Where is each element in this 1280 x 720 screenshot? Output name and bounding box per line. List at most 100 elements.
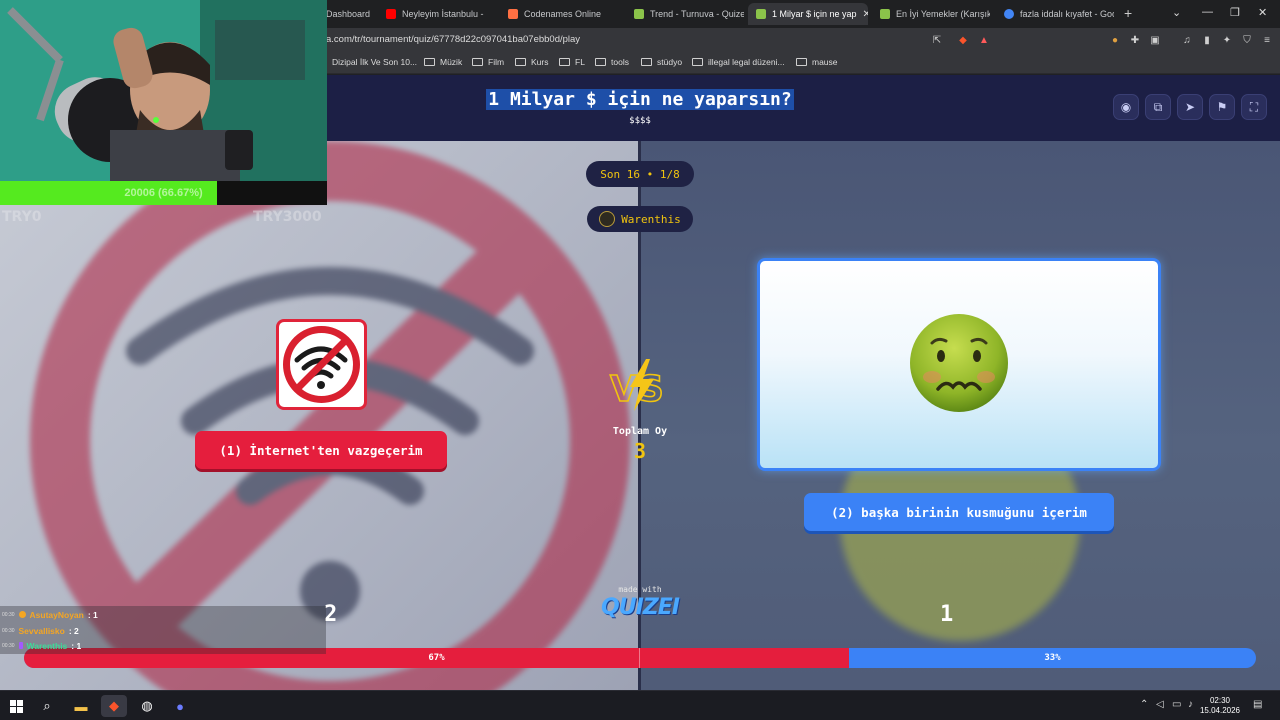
bookmark-label: Kurs — [531, 57, 549, 67]
tab-label: Codenames Online — [524, 9, 602, 19]
brave-browser-icon[interactable]: ◆ — [101, 695, 127, 717]
tab-dashboard[interactable]: Dashboard — [318, 3, 378, 25]
bookmark-dizipal[interactable]: Dizipal İlk Ve Son 10... — [332, 57, 417, 67]
menu-icon[interactable]: ≡ — [1260, 33, 1274, 47]
tab-label: Dashboard — [326, 9, 371, 19]
extensions-icon[interactable]: ✚ — [1128, 33, 1142, 47]
vpn-icon[interactable]: ⛉ — [1240, 33, 1254, 47]
player-name: Warenthis — [621, 212, 681, 226]
user-badge-icon — [18, 642, 23, 649]
file-explorer-icon[interactable]: ▬ — [68, 695, 94, 717]
tab-quizei-active[interactable]: 1 Milyar $ için ne yap ✕ — [748, 3, 868, 25]
folder-icon — [595, 58, 606, 66]
new-tab-button[interactable]: + — [1124, 5, 1132, 21]
codenames-icon — [508, 9, 518, 19]
tab-label: En İyi Yemekler (Karışık) — [896, 9, 990, 19]
url-input[interactable]: a.com/tr/tournament/quiz/67778d22c097041… — [326, 34, 580, 45]
tab-label: Trend - Turnuva - Quizei — [650, 9, 744, 19]
network-icon[interactable]: ▭ — [1172, 699, 1181, 710]
quizei-logo[interactable]: QUIZEI — [590, 595, 690, 620]
donation-goal-text: 20006 (66.67%) — [124, 187, 203, 199]
leo-icon[interactable]: ✦ — [1220, 33, 1234, 47]
restore-icon[interactable]: ❐ — [1230, 6, 1240, 19]
bookmark-folder-kurs[interactable]: Kurs — [515, 57, 548, 67]
bookmark-label: mause — [812, 57, 838, 67]
total-votes-label: Toplam Oy — [612, 426, 668, 437]
chat-time: 00:30 — [2, 627, 15, 634]
flag-icon[interactable]: ⚑ — [1209, 94, 1235, 120]
folder-icon — [559, 58, 570, 66]
tab-search-icon[interactable]: ⌄ — [1172, 6, 1181, 19]
obs-icon[interactable]: ◍ — [134, 695, 160, 717]
webcam-overlay — [0, 0, 327, 181]
bookmark-folder-illegal[interactable]: illegal legal düzeni... — [692, 57, 785, 67]
left-percent: 67% — [428, 653, 445, 663]
quizei-icon — [634, 9, 644, 19]
screenshot-icon[interactable]: ▣ — [1148, 33, 1162, 47]
stream-chat-overlay: 00:30 AsutayNoyan : 1 00:30 Sevvallisko … — [0, 606, 326, 654]
tab-google-search[interactable]: fazla iddalı kıyafet - Goog — [996, 3, 1114, 25]
chat-message: 00:30 Warenthis : 1 — [2, 638, 81, 653]
chat-text: : 1 — [87, 609, 98, 620]
bookmark-folder-film[interactable]: Film — [472, 57, 504, 67]
right-option-image[interactable] — [757, 258, 1161, 471]
bookmark-folder-studyo[interactable]: stüdyo — [641, 57, 682, 67]
folder-icon — [515, 58, 526, 66]
bookmark-label: Film — [488, 57, 505, 67]
round-text: Son 16 • 1/8 — [600, 167, 680, 181]
minimize-icon[interactable]: — — [1202, 6, 1213, 18]
bookmark-folder-muzik[interactable]: Müzik — [424, 57, 462, 67]
nauseated-face-icon — [910, 314, 1008, 412]
discord-icon[interactable]: ● — [167, 695, 193, 717]
folder-icon — [692, 58, 703, 66]
close-tab-icon[interactable]: ✕ — [863, 9, 868, 20]
fullscreen-icon[interactable]: ⛶ — [1241, 94, 1267, 120]
player-badge: Warenthis — [587, 206, 693, 232]
bookmark-label: Müzik — [440, 57, 463, 67]
round-badge: Son 16 • 1/8 — [586, 161, 694, 187]
close-window-icon[interactable]: ✕ — [1258, 6, 1267, 19]
sidebar-icon[interactable]: ▮ — [1200, 33, 1214, 47]
right-option-button[interactable]: (2) başka birinin kusmuğunu içerim — [804, 493, 1114, 531]
no-wifi-icon — [283, 326, 360, 403]
left-option-button[interactable]: (1) İnternet'ten vazgeçerim — [195, 431, 447, 469]
youtube-icon — [386, 9, 396, 19]
total-votes-value: 3 — [633, 439, 647, 463]
bookmark-label: illegal legal düzeni... — [708, 57, 785, 67]
chat-user: Sevvallisko — [18, 625, 65, 636]
tray-expand-icon[interactable]: ⌃ — [1140, 699, 1148, 710]
bookmark-folder-fl[interactable]: FL — [559, 57, 585, 67]
share-icon[interactable]: ⧉ — [1145, 94, 1171, 120]
chat-user: Warenthis — [26, 640, 68, 651]
folder-icon — [796, 58, 807, 66]
brave-shield-icon[interactable]: ◆ — [956, 33, 970, 47]
bookmark-folder-mause[interactable]: mause — [796, 57, 838, 67]
donation-goal-bar: 20006 (66.67%) — [0, 181, 327, 205]
bookmark-label: Dizipal İlk Ve Son 10... — [332, 57, 418, 67]
tab-en-iyi-yemekler[interactable]: En İyi Yemekler (Karışık) — [872, 3, 990, 25]
streamer-webcam-image — [0, 0, 327, 181]
music-icon[interactable]: ♫ — [1180, 33, 1194, 47]
bookmark-folder-tools[interactable]: tools — [595, 57, 629, 67]
volume-icon[interactable]: ◁ — [1156, 699, 1164, 710]
system-clock[interactable]: 02:30 15.04.2026 — [1198, 696, 1242, 716]
eye-icon[interactable]: ◉ — [1113, 94, 1139, 120]
brave-rewards-icon[interactable]: ▲ — [977, 33, 991, 47]
chat-text: : 1 — [71, 640, 82, 651]
share-icon[interactable]: ⇱ — [930, 33, 944, 47]
chat-time: 00:30 — [2, 642, 15, 649]
tab-codenames[interactable]: Codenames Online — [500, 3, 618, 25]
tab-quizei-trend[interactable]: Trend - Turnuva - Quizei — [626, 3, 744, 25]
send-icon[interactable]: ➤ — [1177, 94, 1203, 120]
chat-time: 00:30 — [2, 611, 15, 618]
notifications-icon[interactable]: ▤ — [1253, 699, 1262, 710]
quizei-icon — [880, 9, 890, 19]
microphone-icon[interactable]: ♪ — [1188, 699, 1193, 710]
left-option-image[interactable] — [276, 319, 367, 410]
search-icon[interactable]: ⌕ — [34, 695, 60, 717]
windows-start-icon[interactable] — [3, 695, 29, 717]
donation-goal-min: TRY0 — [2, 209, 42, 225]
user-badge-icon — [18, 611, 26, 618]
tab-youtube[interactable]: Neyleyim İstanbulu - — [378, 3, 490, 25]
cookie-extension-icon[interactable]: ● — [1108, 33, 1122, 47]
